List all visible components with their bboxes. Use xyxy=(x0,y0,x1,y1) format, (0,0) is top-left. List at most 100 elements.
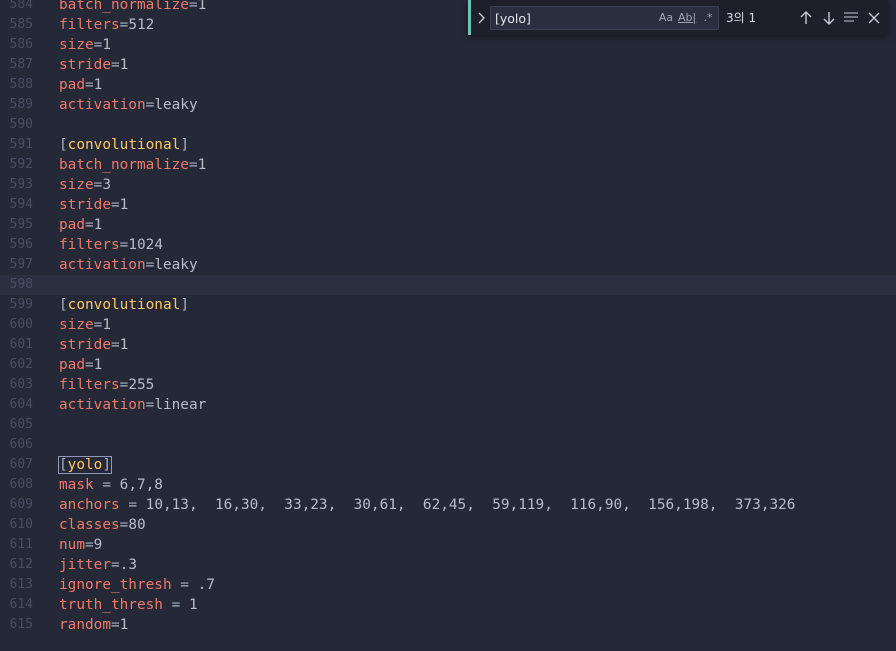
token-br: [ xyxy=(59,457,68,473)
line-code: mask = 6,7,8 xyxy=(59,475,163,495)
code-line[interactable]: 614 truth_thresh = 1 xyxy=(0,595,896,615)
token-val: 255 xyxy=(128,377,155,393)
token-val: 1024 xyxy=(128,237,163,253)
token-op: = xyxy=(110,557,120,573)
line-code: random=1 xyxy=(59,615,128,635)
token-val: 80 xyxy=(128,517,146,533)
token-sec: yolo xyxy=(67,457,103,473)
line-number: 612 xyxy=(9,557,33,572)
code-line[interactable]: 611 num=9 xyxy=(0,535,896,555)
line-code: pad=1 xyxy=(59,75,102,95)
code-line[interactable]: 613 ignore_thresh = .7 xyxy=(0,575,896,595)
line-number: 592 xyxy=(9,157,33,172)
code-line[interactable]: 593 size=3 xyxy=(0,175,896,195)
token-op: = xyxy=(110,337,120,353)
previous-match-button[interactable] xyxy=(796,8,816,28)
token-key: filters xyxy=(59,237,120,253)
code-line[interactable]: 608 mask = 6,7,8 xyxy=(0,475,896,495)
token-key: ignore_thresh xyxy=(59,577,172,593)
code-line[interactable]: 615 random=1 xyxy=(0,615,896,635)
token-key: mask xyxy=(59,477,94,493)
code-line[interactable]: 612 jitter=.3 xyxy=(0,555,896,575)
code-line[interactable]: 609 anchors = 10,13, 16,30, 33,23, 30,61,… xyxy=(0,495,896,515)
whole-word-toggle[interactable]: Ab| xyxy=(678,10,696,26)
line-number: 611 xyxy=(9,537,33,552)
line-number: 609 xyxy=(9,497,33,512)
code-line[interactable]: 610 classes=80 xyxy=(0,515,896,535)
token-val: leaky xyxy=(154,97,198,113)
line-code: num=9 xyxy=(59,535,102,555)
code-line[interactable]: 602 pad=1 xyxy=(0,355,896,375)
regex-toggle[interactable]: .* xyxy=(700,10,716,26)
token-op: = xyxy=(85,217,94,233)
code-line[interactable]: 596 filters=1024 xyxy=(0,235,896,255)
line-number: 597 xyxy=(9,257,33,272)
token-val: 1 xyxy=(119,337,129,353)
code-line[interactable]: 595 pad=1 xyxy=(0,215,896,235)
token-val: 1 xyxy=(119,57,129,73)
arrow-up-icon xyxy=(800,11,812,24)
token-op: = xyxy=(93,477,120,493)
code-line[interactable]: 604 activation=linear xyxy=(0,395,896,415)
code-line[interactable]: 594 stride=1 xyxy=(0,195,896,215)
code-line[interactable]: 590 xyxy=(0,115,896,135)
line-number: 590 xyxy=(9,117,33,132)
code-editor[interactable]: 584 batch_normalize=1 585 filters=512 586 siz… xyxy=(0,0,896,651)
code-line[interactable]: 603 filters=255 xyxy=(0,375,896,395)
line-code: pad=1 xyxy=(59,355,102,375)
token-key: stride xyxy=(59,337,111,353)
token-key: stride xyxy=(59,197,111,213)
match-case-toggle[interactable]: Aa xyxy=(658,10,674,26)
line-code: jitter=.3 xyxy=(59,555,137,575)
code-line[interactable]: 587 stride=1 xyxy=(0,55,896,75)
code-line[interactable]: 606 xyxy=(0,435,896,455)
toggle-replace-chevron-icon[interactable] xyxy=(475,9,489,27)
token-val: 1 xyxy=(93,77,103,93)
code-line[interactable]: 588 pad=1 xyxy=(0,75,896,95)
code-line[interactable]: 598 xyxy=(0,275,896,295)
token-key: pad xyxy=(59,217,85,233)
token-val: .7 xyxy=(197,577,215,593)
token-key: random xyxy=(59,617,111,633)
code-line[interactable]: 591 [convolutional] xyxy=(0,135,896,155)
code-line[interactable]: 607 [yolo] xyxy=(0,455,896,475)
code-line[interactable]: 601 stride=1 xyxy=(0,335,896,355)
line-code: size=1 xyxy=(59,315,111,335)
line-code: batch_normalize=1 xyxy=(59,0,206,15)
code-line[interactable]: 600 size=1 xyxy=(0,315,896,335)
token-val: 1 xyxy=(119,197,129,213)
line-number: 606 xyxy=(9,437,33,452)
line-number: 588 xyxy=(9,77,33,92)
next-match-button[interactable] xyxy=(819,8,839,28)
token-op: = xyxy=(85,357,94,373)
editor-lines[interactable]: 584 batch_normalize=1 585 filters=512 586 siz… xyxy=(0,0,896,635)
code-line[interactable]: 592 batch_normalize=1 xyxy=(0,155,896,175)
code-line[interactable]: 599 [convolutional] xyxy=(0,295,896,315)
line-code: size=1 xyxy=(59,35,111,55)
search-match-highlight: [yolo] xyxy=(58,456,112,474)
line-code: activation=leaky xyxy=(59,255,198,275)
token-key: pad xyxy=(59,357,85,373)
line-number: 601 xyxy=(9,337,33,352)
code-line[interactable]: 589 activation=leaky xyxy=(0,95,896,115)
code-line[interactable]: 586 size=1 xyxy=(0,35,896,55)
arrow-down-icon xyxy=(823,12,835,25)
line-code: stride=1 xyxy=(59,55,128,75)
token-key: filters xyxy=(59,377,120,393)
code-line[interactable]: 597 activation=leaky xyxy=(0,255,896,275)
line-code: batch_normalize=1 xyxy=(59,155,206,175)
token-val: 6,7,8 xyxy=(119,477,163,493)
token-br: ] xyxy=(180,297,189,313)
line-number: 593 xyxy=(9,177,33,192)
find-in-selection-button[interactable] xyxy=(841,8,861,28)
find-input[interactable] xyxy=(495,9,650,27)
token-key: num xyxy=(59,537,85,553)
token-br: [ xyxy=(59,297,68,313)
line-number: 599 xyxy=(9,297,33,312)
line-number: 600 xyxy=(9,317,33,332)
line-code: filters=1024 xyxy=(59,235,163,255)
token-val: 1 xyxy=(93,357,103,373)
close-find-button[interactable] xyxy=(864,8,884,28)
code-line[interactable]: 605 xyxy=(0,415,896,435)
line-code: filters=512 xyxy=(59,15,154,35)
